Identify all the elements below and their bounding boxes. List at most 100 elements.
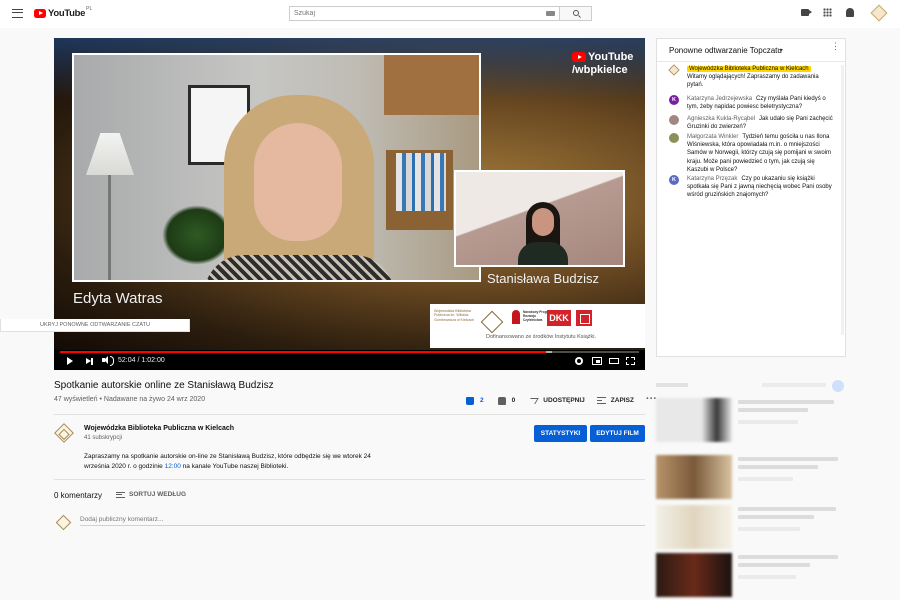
channel-name[interactable]: Wojewódzka Biblioteka Publiczna w Kielca… (84, 425, 234, 432)
progress-bar[interactable] (60, 351, 639, 353)
chat-author-avatar[interactable]: K (669, 175, 679, 185)
related-title (738, 408, 808, 412)
related-meta (738, 527, 800, 531)
timestamp-link[interactable]: 12:00 (165, 463, 181, 470)
chat-more-icon[interactable]: ⋮ (831, 42, 840, 51)
chat-message-text: Witamy oglądających! Zapraszamy do zadaw… (687, 74, 819, 89)
chat-author-name[interactable]: Katarzyna Jedrzejewska (687, 96, 752, 102)
menu-icon[interactable] (12, 9, 23, 18)
notifications-bell-icon[interactable] (846, 8, 854, 17)
miniplayer-icon[interactable] (592, 357, 602, 365)
youtube-brand-icon (572, 52, 586, 62)
chat-author-avatar[interactable] (669, 133, 679, 143)
divider (54, 479, 645, 480)
keyboard-icon[interactable] (546, 11, 555, 16)
save-playlist-icon[interactable] (596, 397, 606, 404)
speaker-face (254, 123, 342, 241)
chat-author-name[interactable]: Małgorzata Winkler (687, 134, 738, 140)
fullscreen-icon[interactable] (625, 356, 635, 366)
masthead: YouTube PL (0, 0, 900, 28)
commenter-avatar (55, 514, 72, 531)
dislike-count[interactable]: 0 (512, 397, 516, 404)
chat-message-body: Wojewódzka Biblioteka Publiczna w Kielca… (687, 65, 834, 90)
sponsor-banner: Wojewódzka Biblioteka Publiczna im. Wito… (430, 304, 645, 348)
chat-message: K Katarzyna Jedrzejewska Czy myślała Pani … (669, 95, 834, 111)
sort-button[interactable]: SORTUJ WEDŁUG (129, 491, 186, 498)
analytics-button[interactable]: STATYSTYKI (534, 425, 587, 442)
brand-handle: /wbpkielce (572, 64, 628, 76)
chat-author-avatar[interactable]: K (669, 95, 679, 105)
video-title: Spotkanie autorskie online ze Stanisławą… (54, 380, 274, 391)
comments-count: 0 komentarzy (54, 491, 103, 500)
live-chat-replay: Ponowne odtwarzanie Topczatu ⋮ Wojewódzk… (656, 38, 846, 357)
comment-input[interactable] (80, 514, 645, 526)
channel-avatar[interactable] (54, 423, 74, 443)
chat-mode-dropdown[interactable]: Ponowne odtwarzanie Topczatu (669, 46, 782, 55)
chat-author-name[interactable]: Katarzyna Przęzak (687, 176, 737, 182)
share-icon[interactable] (527, 397, 539, 404)
chat-author-name[interactable]: Wojewódzka Biblioteka Publiczna w Kielca… (687, 66, 811, 72)
apps-grid-icon[interactable] (823, 8, 832, 17)
related-video[interactable] (656, 505, 846, 551)
chat-author-avatar[interactable] (669, 115, 679, 125)
settings-gear-icon[interactable] (575, 357, 583, 365)
npr-logo-icon (512, 310, 520, 324)
chat-author-name[interactable]: Agnieszka Kukla-Rycąbel (687, 116, 755, 122)
theater-mode-icon[interactable] (609, 358, 619, 364)
share-button[interactable]: UDOSTĘPNIJ (543, 397, 585, 404)
search-input[interactable] (290, 7, 530, 20)
guest-speaker-name: Stanisława Budzisz (487, 271, 599, 286)
related-video[interactable] (656, 553, 846, 599)
related-thumbnail (656, 505, 732, 549)
search-box (289, 6, 560, 21)
related-meta (738, 575, 796, 579)
search-icon (573, 10, 579, 16)
related-title (738, 515, 814, 519)
related-meta (738, 477, 793, 481)
related-video[interactable] (656, 455, 846, 501)
time-display: 52:04 / 1:02:00 (118, 357, 165, 364)
related-title (738, 563, 810, 567)
chat-message-body: Katarzyna Jedrzejewska Czy myślała Pani k… (687, 95, 834, 111)
library-logo: Wojewódzka Biblioteka Publiczna im. Wito… (434, 309, 475, 322)
related-thumbnail (656, 455, 732, 499)
autoplay-toggle[interactable] (832, 380, 844, 392)
guest-speaker (518, 202, 568, 265)
related-filter-bar (656, 380, 846, 392)
youtube-logo[interactable]: YouTube PL (34, 6, 92, 19)
chat-message-body: Agnieszka Kukla-Rycąbel Jak udało się Pan… (687, 115, 834, 131)
account-avatar[interactable] (870, 4, 888, 22)
play-icon[interactable] (67, 357, 73, 365)
institute-logo-icon (576, 310, 592, 326)
chat-author-avatar[interactable] (668, 64, 680, 76)
video-frame: Edyta Watras Stanisława Budzisz YouTube … (54, 38, 645, 350)
chevron-down-icon[interactable] (779, 49, 783, 52)
chat-message: Wojewódzka Biblioteka Publiczna w Kielca… (668, 64, 834, 90)
search-button[interactable] (560, 6, 592, 21)
save-button[interactable]: ZAPISZ (611, 397, 634, 404)
chat-message-body: Małgorzata Winkler Tydzień temu gościła u… (687, 133, 834, 174)
edit-video-button[interactable]: EDYTUJ FILM (590, 425, 645, 442)
dislike-icon[interactable] (497, 396, 506, 405)
related-video[interactable] (656, 398, 846, 444)
logo-text: YouTube (48, 8, 86, 19)
related-title (738, 400, 834, 404)
next-icon[interactable] (86, 357, 93, 365)
like-icon[interactable] (466, 396, 474, 405)
time-current: 52:04 (118, 357, 136, 364)
main-speaker-name: Edyta Watras (73, 290, 163, 307)
sponsor-caption: Dofinansowano ze środków Instytutu Książ… (486, 334, 597, 340)
like-count[interactable]: 2 (480, 397, 484, 404)
hide-chat-replay-button[interactable]: UKRYJ PONOWNE ODTWARZANIE CZATU (0, 319, 190, 332)
chat-scrollbar[interactable] (841, 65, 844, 335)
youtube-play-logo-icon (34, 9, 46, 18)
chat-header: Ponowne odtwarzanie Topczatu ⋮ (657, 39, 845, 62)
sort-icon[interactable] (116, 492, 125, 498)
chat-message: Agnieszka Kukla-Rycąbel Jak udało się Pan… (669, 115, 834, 131)
speaker-shirt (204, 255, 394, 280)
volume-icon[interactable] (102, 356, 114, 366)
lamp-stand (108, 175, 111, 280)
create-video-icon[interactable] (801, 9, 812, 16)
subscriber-count: 41 subskrypcji (84, 435, 123, 441)
dkk-logo: DKK (547, 310, 571, 326)
